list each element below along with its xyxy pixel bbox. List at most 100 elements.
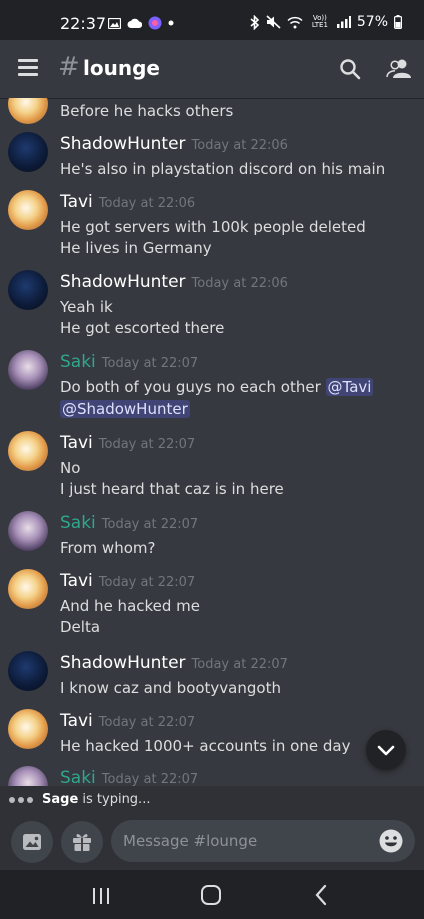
message-header: Tavi Today at 22:07	[60, 571, 195, 591]
message-header: ShadowHunter Today at 22:06	[60, 134, 288, 154]
timestamp: Today at 22:07	[98, 715, 196, 730]
username[interactable]: Saki	[60, 513, 96, 533]
username[interactable]: Tavi	[60, 711, 93, 731]
emoji-icon[interactable]	[378, 828, 404, 854]
username[interactable]: Tavi	[60, 571, 93, 591]
typing-text: Sage is typing...	[42, 792, 150, 807]
message-item[interactable]: Tavi Today at 22:07 And he hacked me Delt…	[0, 569, 424, 639]
hash-icon: #	[58, 52, 80, 82]
message-item[interactable]: ShadowHunter Today at 22:07 I know caz an…	[0, 651, 424, 701]
message-text: I just heard that caz is in here	[60, 480, 284, 498]
message-header: Tavi Today at 22:06	[60, 192, 195, 212]
dot-notification-icon	[168, 20, 174, 26]
signal-icon	[336, 16, 351, 28]
message-item[interactable]: ShadowHunter Today at 22:06 Yeah ik He go…	[0, 270, 424, 340]
nav-recents-icon[interactable]	[92, 887, 110, 905]
avatar[interactable]	[8, 350, 48, 390]
timestamp: Today at 22:06	[191, 138, 288, 153]
timestamp: Today at 22:07	[191, 657, 288, 672]
message-item[interactable]: Before he hacks others	[0, 98, 424, 124]
avatar[interactable]	[8, 651, 48, 691]
chevron-down-icon	[377, 745, 395, 756]
message-text: He lives in Germany	[60, 239, 212, 257]
search-icon[interactable]	[338, 57, 362, 81]
avatar[interactable]	[8, 511, 48, 551]
typing-suffix: is typing...	[78, 792, 151, 807]
members-icon[interactable]	[386, 56, 412, 82]
message-text: Before he hacks others	[60, 102, 234, 120]
message-header: Saki Today at 22:07	[60, 352, 198, 372]
message-item[interactable]: ShadowHunter Today at 22:06 He's also in …	[0, 132, 424, 182]
avatar[interactable]	[8, 569, 48, 609]
gift-icon	[73, 834, 91, 851]
message-item[interactable]: Tavi Today at 22:06 He got servers with 1…	[0, 190, 424, 260]
message-header: ShadowHunter Today at 22:06	[60, 272, 288, 292]
message-list[interactable]: Before he hacks others ShadowHunter Today…	[0, 98, 424, 786]
timestamp: Today at 22:07	[101, 517, 199, 532]
username[interactable]: Saki	[60, 768, 96, 786]
message-text: He got servers with 100k people deleted	[60, 218, 366, 236]
avatar[interactable]	[8, 431, 48, 471]
channel-name: lounge	[83, 56, 160, 80]
app-notification-icon	[148, 16, 162, 30]
message-header: Tavi Today at 22:07	[60, 711, 195, 731]
timestamp: Today at 22:07	[98, 437, 196, 452]
timestamp: Today at 22:07	[98, 575, 196, 590]
mention-tavi[interactable]: @Tavi	[325, 378, 374, 396]
nav-home-icon[interactable]	[200, 884, 222, 906]
avatar[interactable]	[8, 709, 48, 749]
message-text: Yeah ik	[60, 298, 113, 316]
message-item[interactable]: Saki Today at 22:07 From whom?	[0, 511, 424, 561]
menu-icon[interactable]	[18, 59, 38, 76]
message-item[interactable]: Tavi Today at 22:07 He hacked 1000+ accou…	[0, 709, 424, 759]
message-text: He hacked 1000+ accounts in one day	[60, 737, 351, 755]
nav-back-icon[interactable]	[312, 884, 330, 906]
message-text: I know caz and bootyvangoth	[60, 679, 281, 697]
avatar[interactable]	[8, 766, 48, 786]
message-header: Saki Today at 22:07	[60, 768, 198, 786]
status-notification-icons	[108, 16, 174, 30]
avatar[interactable]	[8, 190, 48, 230]
message-text-segment: Do both of you guys no each other	[60, 378, 326, 396]
message-item[interactable]: Tavi Today at 22:07 No I just heard that …	[0, 431, 424, 501]
status-time: 22:37	[60, 14, 107, 33]
message-item[interactable]: Saki Today at 22:07	[0, 766, 424, 786]
username[interactable]: Tavi	[60, 433, 93, 453]
avatar[interactable]	[8, 132, 48, 172]
username[interactable]: Tavi	[60, 192, 93, 212]
timestamp: Today at 22:07	[101, 772, 199, 786]
mention-shadowhunter[interactable]: @ShadowHunter	[60, 400, 190, 418]
mute-icon	[266, 15, 281, 29]
username[interactable]: Saki	[60, 352, 96, 372]
message-text: Delta	[60, 618, 101, 636]
jump-to-latest-button[interactable]	[366, 730, 406, 770]
message-header: Saki Today at 22:07	[60, 513, 198, 533]
gift-button[interactable]	[61, 821, 103, 863]
avatar[interactable]	[8, 270, 48, 310]
battery-percent: 57%	[356, 14, 388, 30]
status-bar: 22:37 Vo)) LTE1 57%	[0, 0, 424, 40]
message-item[interactable]: Saki Today at 22:07 Do both of you guys n…	[0, 350, 424, 422]
message-text: Do both of you guys no each other @Tavi	[60, 378, 374, 396]
message-text: He's also in playstation discord on his …	[60, 160, 386, 178]
username[interactable]: ShadowHunter	[60, 653, 186, 673]
message-input[interactable]	[111, 820, 415, 862]
cloud-notification-icon	[127, 18, 142, 28]
message-text: No	[60, 459, 81, 477]
message-header: ShadowHunter Today at 22:07	[60, 653, 288, 673]
wifi-icon	[287, 16, 303, 28]
message-header: Tavi Today at 22:07	[60, 433, 195, 453]
message-text: He got escorted there	[60, 319, 225, 337]
network-label: Vo)) LTE1	[311, 14, 328, 29]
attach-image-button[interactable]	[11, 821, 53, 863]
typing-dots-icon	[9, 797, 33, 803]
bluetooth-icon	[250, 14, 260, 30]
avatar[interactable]	[8, 98, 48, 124]
gallery-notification-icon	[108, 17, 121, 29]
image-icon	[23, 834, 41, 850]
system-nav-bar	[0, 870, 424, 919]
message-composer	[0, 814, 424, 870]
username[interactable]: ShadowHunter	[60, 134, 186, 154]
username[interactable]: ShadowHunter	[60, 272, 186, 292]
timestamp: Today at 22:06	[98, 196, 196, 211]
